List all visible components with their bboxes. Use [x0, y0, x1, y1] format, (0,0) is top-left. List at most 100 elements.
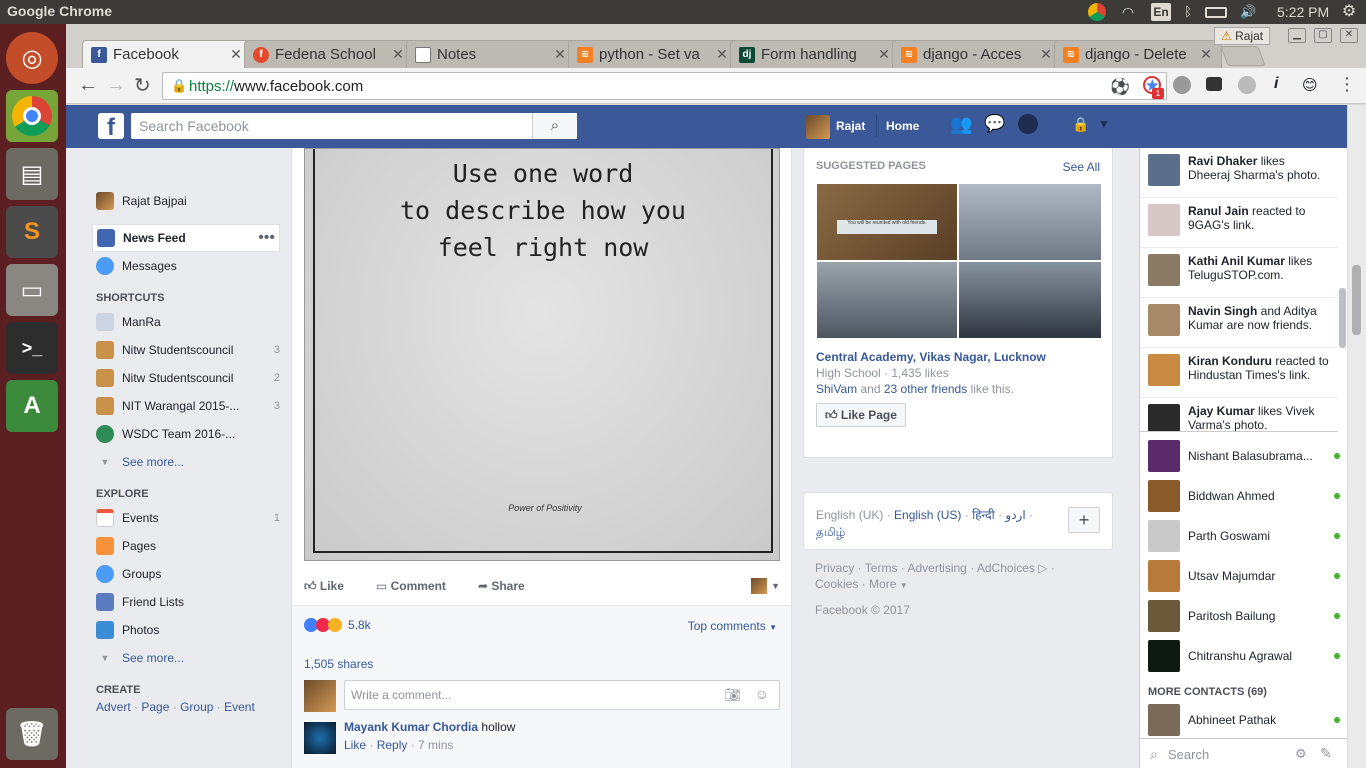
post-image[interactable]: Use one word to describe how you feel ri… [304, 148, 780, 561]
adchoices-link[interactable]: AdChoices [977, 561, 1035, 575]
advertising-link[interactable]: Advertising [907, 561, 966, 575]
language-link[interactable]: اردو [1005, 508, 1025, 522]
close-icon[interactable]: ✕ [553, 46, 567, 63]
close-icon[interactable]: ✕ [1039, 46, 1053, 63]
contact-item[interactable]: Paritosh Bailung [1140, 596, 1348, 636]
explore-item-events[interactable]: Events 1 [96, 504, 280, 532]
shortcut-item[interactable]: Nitw Studentscouncil 3 [96, 336, 280, 364]
close-icon[interactable]: ✕ [229, 46, 243, 63]
chat-search-bar[interactable]: ⌕ Search ⚙ ✎ [1140, 738, 1348, 768]
ticker-item[interactable]: Kiran Konduru reacted to Hindustan Times… [1140, 348, 1338, 398]
explore-item-pages[interactable]: Pages [96, 532, 280, 560]
create-event-link[interactable]: Event [224, 700, 255, 714]
info-extension-icon[interactable]: i [1274, 75, 1278, 93]
other-friends-link[interactable]: 23 other friends [884, 382, 967, 396]
globe-extension-icon[interactable] [1173, 76, 1191, 94]
create-advert-link[interactable]: Advert [96, 700, 131, 714]
profile-chip[interactable]: ⚠ Rajat [1214, 27, 1271, 45]
new-tab-button[interactable] [1220, 46, 1266, 66]
notifications-globe-icon[interactable] [1018, 114, 1038, 134]
suggested-page-photos[interactable]: You will be reunited with old friends. [817, 184, 1101, 338]
comment-input[interactable]: Write a comment... 📷︎ ☺ [344, 680, 780, 710]
settings-gear-icon[interactable]: ⚙ [1341, 4, 1357, 20]
wifi-icon[interactable]: ◠ [1120, 4, 1136, 20]
post-as-selector[interactable]: ▼ [751, 578, 780, 594]
tab-fedena[interactable]: f Fedena School ✕ [244, 40, 414, 68]
like-page-button[interactable]: 👍︎ Like Page [816, 403, 906, 427]
comment-reply-link[interactable]: Reply [377, 738, 408, 752]
profile-link[interactable]: Rajat Bajpai [96, 188, 280, 214]
gray-extension-icon[interactable] [1238, 76, 1256, 94]
forward-arrow-icon[interactable]: → [106, 74, 126, 97]
user-name-link[interactable]: Rajat [836, 119, 865, 133]
system-clock[interactable]: 5:22 PM [1277, 4, 1329, 20]
more-options-icon[interactable]: ••• [258, 229, 275, 247]
terminal-launcher-icon[interactable]: >_ [6, 322, 58, 374]
top-comments-dropdown[interactable]: Top comments ▼ [688, 619, 777, 633]
gear-icon[interactable]: ⚙ [1295, 746, 1307, 762]
tab-django-access[interactable]: ≋ django - Acces ✕ [892, 40, 1062, 68]
shortcut-item[interactable]: NIT Warangal 2015-... 3 [96, 392, 280, 420]
compose-icon[interactable]: ✎ [1320, 745, 1332, 762]
search-icon[interactable]: ⌕ [532, 113, 577, 139]
suggested-page-name[interactable]: Central Academy, Vikas Nagar, Lucknow [816, 350, 1046, 364]
create-page-link[interactable]: Page [141, 700, 169, 714]
facebook-search-input[interactable]: Search Facebook [131, 113, 576, 139]
bluetooth-icon[interactable]: ᛒ [1180, 4, 1196, 20]
chrome-menu-icon[interactable]: ⋮ [1338, 74, 1356, 95]
more-link[interactable]: More [869, 577, 896, 591]
tab-form-handling[interactable]: dj Form handling ✕ [730, 40, 900, 68]
trash-launcher-icon[interactable]: 🗑 [6, 708, 58, 760]
create-group-link[interactable]: Group [180, 700, 213, 714]
cookies-link[interactable]: Cookies [815, 577, 858, 591]
contact-item[interactable]: Biddwan Ahmed [1140, 476, 1348, 516]
ticker-item[interactable]: Kathi Anil Kumar likes TeluguSTOP.com. [1140, 248, 1338, 298]
keyboard-layout-indicator[interactable]: En [1151, 3, 1171, 21]
contact-item[interactable]: Parth Goswami [1140, 516, 1348, 556]
comment-button[interactable]: ▭ Comment [376, 579, 446, 593]
ticker-item[interactable]: Ajay Kumar likes Vivek Varma's photo. [1140, 398, 1338, 431]
comment-like-link[interactable]: Like [344, 738, 366, 752]
maximize-button[interactable]: ▢ [1314, 28, 1332, 43]
close-icon[interactable]: ✕ [877, 46, 891, 63]
contact-item[interactable]: Utsav Majumdar [1140, 556, 1348, 596]
messages-icon[interactable]: 💬 [984, 114, 1005, 134]
files-launcher-icon[interactable]: ▤ [6, 148, 58, 200]
tab-facebook[interactable]: f Facebook ✕ [82, 40, 252, 68]
close-window-button[interactable]: ✕ [1340, 28, 1358, 43]
close-icon[interactable]: ✕ [715, 46, 729, 63]
page-scrollbar[interactable] [1347, 105, 1366, 768]
shortcut-item[interactable]: WSDC Team 2016-... [96, 420, 280, 448]
ticker-item[interactable]: Ravi Dhaker likes Dheeraj Sharma's photo… [1140, 148, 1338, 198]
user-avatar[interactable] [806, 115, 830, 139]
share-button[interactable]: ➦ Share [478, 579, 525, 593]
ticker-scrollbar[interactable] [1339, 288, 1346, 348]
privacy-link[interactable]: Privacy [815, 561, 854, 575]
friend-requests-icon[interactable]: 👥 [950, 114, 972, 135]
contact-item[interactable]: Chitranshu Agrawal [1140, 636, 1348, 676]
reload-icon[interactable]: ↻ [134, 73, 151, 98]
chrome-launcher-icon[interactable] [6, 90, 58, 142]
contact-item[interactable]: Nishant Balasubrama... [1140, 436, 1348, 476]
incognito-extension-icon[interactable] [1206, 77, 1222, 91]
ubuntu-dash-icon[interactable]: ◎ [6, 32, 58, 84]
language-link[interactable]: English (US) [894, 508, 961, 522]
battery-icon[interactable] [1205, 7, 1227, 18]
reactions-summary[interactable]: 5.8k [304, 618, 371, 632]
language-link[interactable]: हिन्दी [972, 508, 995, 522]
ticker-item[interactable]: Navin Singh and Aditya Kumar are now fri… [1140, 298, 1338, 348]
back-arrow-icon[interactable]: ← [78, 74, 98, 97]
terms-link[interactable]: Terms [865, 561, 898, 575]
tab-django-delete[interactable]: ≋ django - Delete ✕ [1054, 40, 1222, 68]
close-icon[interactable]: ✕ [1199, 46, 1213, 63]
emoji-icon[interactable]: ☺ [755, 686, 769, 702]
ticker-item[interactable]: Ranul Jain reacted to 9GAG's link. [1140, 198, 1338, 248]
explore-item-friend-lists[interactable]: Friend Lists [96, 588, 280, 616]
tab-notes[interactable]: Notes ✕ [406, 40, 576, 68]
explore-item-groups[interactable]: Groups [96, 560, 280, 588]
messages-link[interactable]: Messages [96, 252, 280, 280]
news-feed-link[interactable]: News Feed ••• [92, 224, 280, 252]
privacy-lock-icon[interactable]: 🔒 [1072, 116, 1089, 133]
account-menu-chevron-down-icon[interactable]: ▼ [1098, 117, 1110, 131]
disk-launcher-icon[interactable]: ▭ [6, 264, 58, 316]
